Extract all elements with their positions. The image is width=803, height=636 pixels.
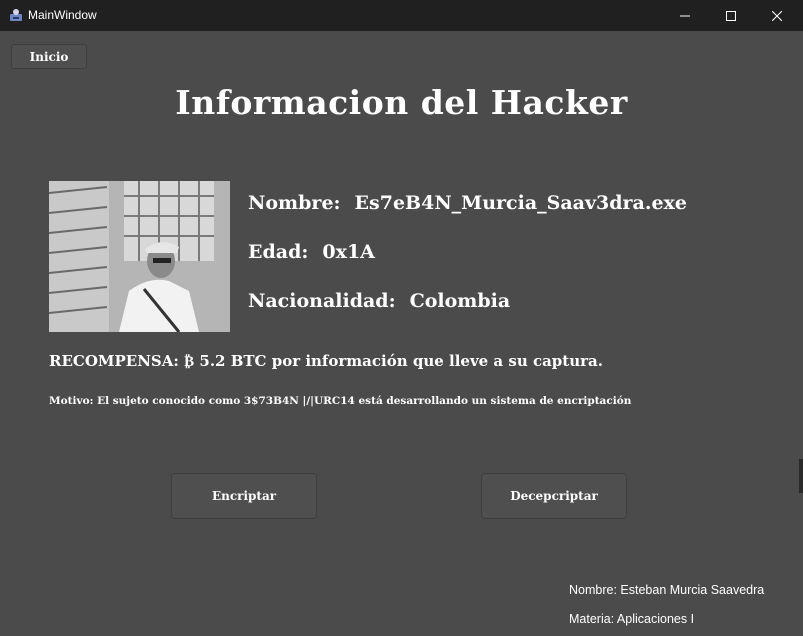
minimize-icon <box>680 15 690 16</box>
decrypt-button[interactable]: Decepcriptar <box>481 473 627 519</box>
age-value: 0x1A <box>322 241 375 263</box>
motive-text: Motivo: El sujeto conocido como 3$73B4N … <box>49 395 632 407</box>
reward-text: RECOMPENSA: ₿ 5.2 BTC por información qu… <box>49 352 603 370</box>
maximize-button[interactable] <box>708 0 754 31</box>
inicio-button[interactable]: Inicio <box>11 44 87 69</box>
page-title: Informacion del Hacker <box>175 83 628 122</box>
age-line: Edad: 0x1A <box>248 241 375 263</box>
window-title: MainWindow <box>28 8 97 22</box>
app-icon <box>10 9 22 21</box>
name-label: Nombre: <box>248 192 341 214</box>
nationality-value: Colombia <box>409 290 511 312</box>
encrypt-button[interactable]: Encriptar <box>171 473 317 519</box>
footer-course: Materia: Aplicaciones I <box>569 612 695 626</box>
hacker-photo <box>49 181 230 332</box>
footer-author: Nombre: Esteban Murcia Saavedra <box>569 583 765 597</box>
minimize-button[interactable] <box>662 0 708 31</box>
name-value: Es7eB4N_Murcia_Saav3dra.exe <box>354 192 687 214</box>
age-label: Edad: <box>248 241 309 263</box>
nationality-line: Nacionalidad: Colombia <box>248 290 510 312</box>
scroll-edge <box>799 459 803 493</box>
close-button[interactable] <box>754 0 800 31</box>
close-icon <box>772 10 782 21</box>
main-content: Inicio Informacion del Hacker Nombre: Es… <box>0 31 803 636</box>
name-line: Nombre: Es7eB4N_Murcia_Saav3dra.exe <box>248 192 687 214</box>
maximize-icon <box>726 10 736 21</box>
nationality-label: Nacionalidad: <box>248 290 396 312</box>
main-window: MainWindow Inicio Informacion del Hacker <box>0 0 803 636</box>
title-bar[interactable]: MainWindow <box>0 0 803 31</box>
